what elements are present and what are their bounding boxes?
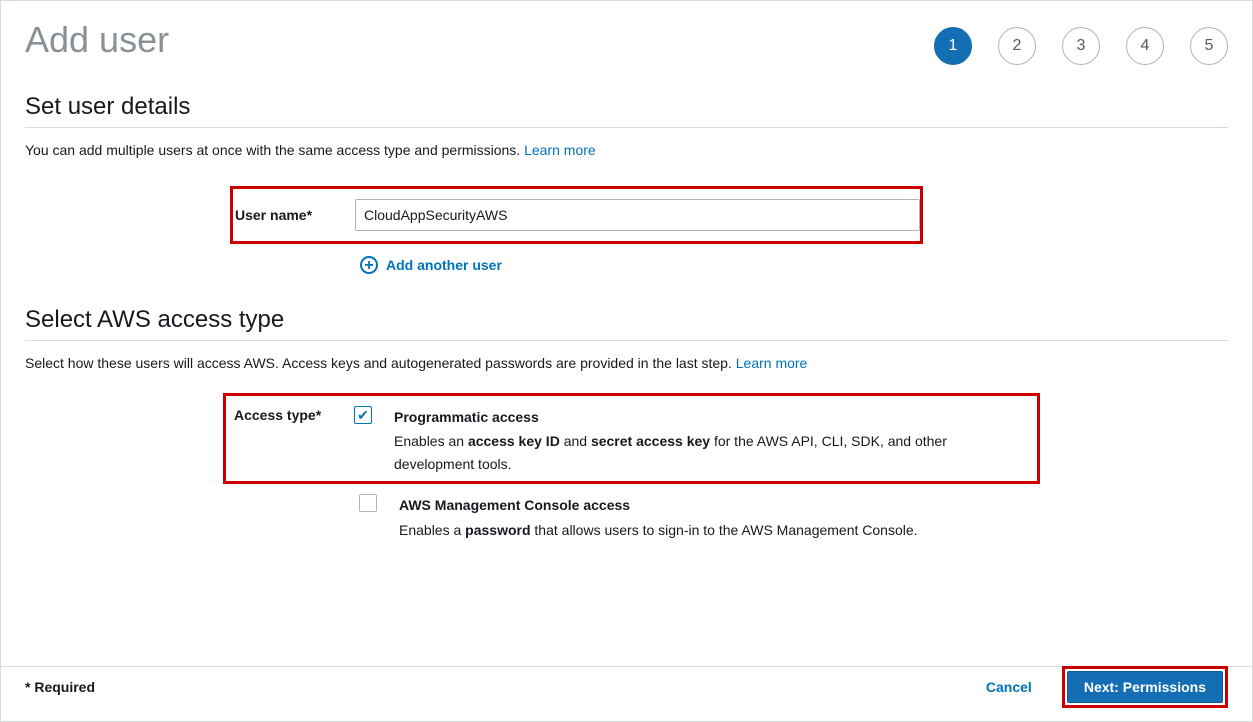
programmatic-access-desc: Enables an access key ID and secret acce… xyxy=(394,430,1029,475)
username-label: User name* xyxy=(235,207,355,223)
page-title: Add user xyxy=(25,19,169,61)
divider xyxy=(25,127,1228,128)
access-type-label: Access type* xyxy=(234,406,354,423)
programmatic-access-checkbox[interactable]: ✔ xyxy=(354,406,372,424)
learn-more-link-2[interactable]: Learn more xyxy=(736,355,808,371)
divider xyxy=(25,340,1228,341)
step-2[interactable]: 2 xyxy=(998,27,1036,65)
step-4[interactable]: 4 xyxy=(1126,27,1164,65)
section-heading-user-details: Set user details xyxy=(25,93,1228,121)
next-button-highlight: Next: Permissions xyxy=(1062,666,1228,708)
next-permissions-button[interactable]: Next: Permissions xyxy=(1067,671,1223,703)
add-another-label: Add another user xyxy=(386,257,502,273)
step-1[interactable]: 1 xyxy=(934,27,972,65)
plus-circle-icon: + xyxy=(360,256,378,274)
section1-help-text: You can add multiple users at once with … xyxy=(25,142,524,158)
section2-help-text: Select how these users will access AWS. … xyxy=(25,355,736,371)
add-another-user-button[interactable]: + Add another user xyxy=(360,256,1228,274)
username-highlight: User name* xyxy=(230,186,923,244)
console-access-checkbox[interactable] xyxy=(359,494,377,512)
step-5[interactable]: 5 xyxy=(1190,27,1228,65)
console-access-title: AWS Management Console access xyxy=(399,494,1032,516)
wizard-steps: 1 2 3 4 5 xyxy=(934,19,1228,65)
username-input[interactable] xyxy=(355,199,920,231)
section1-help: You can add multiple users at once with … xyxy=(25,142,1228,158)
learn-more-link-1[interactable]: Learn more xyxy=(524,142,596,158)
section-heading-access-type: Select AWS access type xyxy=(25,306,1228,334)
programmatic-access-title: Programmatic access xyxy=(394,406,1029,428)
console-access-desc: Enables a password that allows users to … xyxy=(399,519,1032,541)
step-3[interactable]: 3 xyxy=(1062,27,1100,65)
required-legend: * Required xyxy=(25,679,95,695)
section2-help: Select how these users will access AWS. … xyxy=(25,355,1228,371)
check-icon: ✔ xyxy=(357,407,369,424)
access-type-highlight: Access type* ✔ Programmatic access Enabl… xyxy=(223,393,1040,484)
cancel-button[interactable]: Cancel xyxy=(986,679,1032,695)
